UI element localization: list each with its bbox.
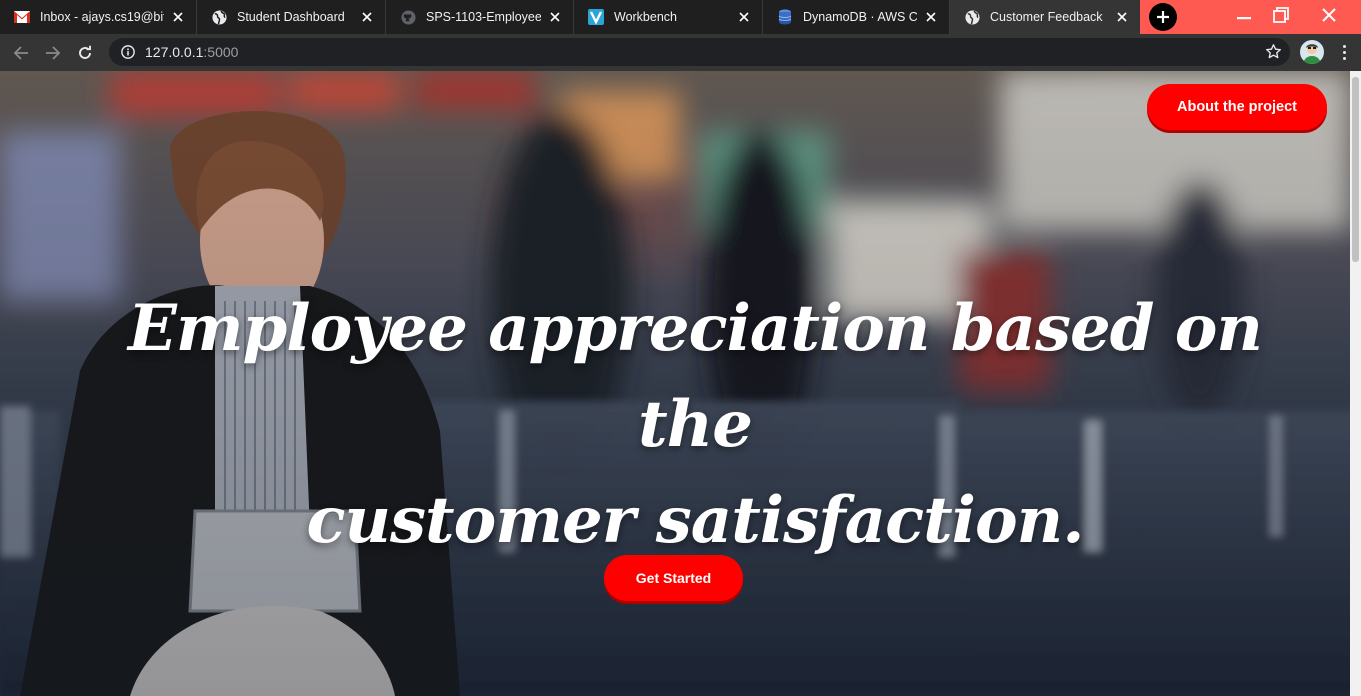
info-icon [121, 45, 135, 59]
back-button[interactable] [5, 37, 37, 69]
github-icon [400, 9, 416, 25]
tab-dynamodb[interactable]: DynamoDB · AWS Cons [763, 0, 950, 34]
dynamodb-icon [777, 9, 793, 25]
close-icon[interactable] [923, 9, 939, 25]
hero-headline: Employee appreciation based on the custo… [90, 281, 1300, 569]
tab-github-repo[interactable]: SPS-1103-Employee-Ap [386, 0, 574, 34]
new-tab-button[interactable] [1149, 3, 1177, 31]
tab-customer-feedback[interactable]: Customer Feedback [950, 0, 1140, 34]
get-started-button[interactable]: Get Started [604, 555, 743, 601]
tab-title: SPS-1103-Employee-Ap [426, 10, 541, 24]
tab-inbox[interactable]: Inbox - ajays.cs19@bits [0, 0, 197, 34]
globe-icon [211, 9, 227, 25]
tab-student-dashboard[interactable]: Student Dashboard [197, 0, 386, 34]
browser-toolbar: 127.0.0.1:5000 [0, 34, 1361, 71]
close-window-button[interactable] [1306, 0, 1352, 30]
tab-list: Inbox - ajays.cs19@bits Student Dashboar… [0, 0, 1140, 34]
tab-workbench[interactable]: Workbench [574, 0, 763, 34]
tab-title: Customer Feedback [990, 10, 1103, 24]
restore-button[interactable] [1259, 0, 1303, 30]
close-icon [1322, 8, 1336, 22]
globe-icon [964, 9, 980, 25]
plus-icon [1157, 11, 1169, 23]
close-icon[interactable] [359, 9, 375, 25]
tab-title: Student Dashboard [237, 10, 345, 24]
bookmark-star-icon[interactable] [1265, 43, 1282, 65]
arrow-right-icon [46, 45, 61, 60]
close-icon[interactable] [547, 9, 563, 25]
url-port: :5000 [203, 44, 239, 60]
arrow-left-icon [13, 45, 28, 60]
tab-title: Workbench [614, 10, 677, 24]
gmail-icon [14, 9, 30, 25]
v-app-icon [588, 9, 604, 25]
close-icon[interactable] [1114, 9, 1130, 25]
tab-title: DynamoDB · AWS Cons [803, 10, 917, 24]
page-scrollbar[interactable] [1350, 71, 1361, 696]
reload-icon [79, 45, 91, 59]
url-text: 127.0.0.1:5000 [145, 44, 238, 60]
about-project-button[interactable]: About the project [1147, 84, 1327, 130]
minimize-icon [1237, 17, 1251, 20]
kebab-menu-icon [1342, 44, 1346, 60]
page-viewport: About the project Employee appreciation … [0, 71, 1350, 696]
reload-button[interactable] [69, 37, 101, 69]
tab-title: Inbox - ajays.cs19@bits [40, 10, 164, 24]
address-bar[interactable]: 127.0.0.1:5000 [109, 38, 1290, 66]
scrollbar-thumb[interactable] [1352, 77, 1359, 262]
forward-button[interactable] [37, 37, 69, 69]
restore-icon [1273, 7, 1289, 23]
url-host: 127.0.0.1 [145, 44, 204, 60]
browser-tab-strip: Inbox - ajays.cs19@bits Student Dashboar… [0, 0, 1361, 34]
close-icon[interactable] [736, 9, 752, 25]
profile-avatar[interactable] [1300, 40, 1324, 64]
browser-menu-button[interactable] [1336, 42, 1352, 62]
close-icon[interactable] [170, 9, 186, 25]
avatar-icon [1303, 44, 1321, 64]
headline-line-1: Employee appreciation based on the [128, 291, 1263, 462]
